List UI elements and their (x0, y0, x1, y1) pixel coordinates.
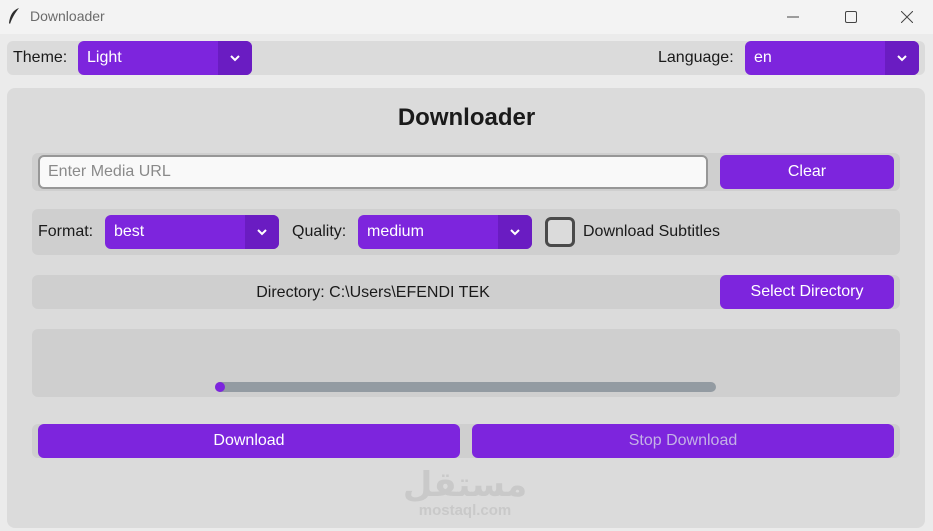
download-button[interactable]: Download (38, 424, 460, 458)
chevron-down-icon[interactable] (218, 41, 252, 75)
chevron-down-icon[interactable] (885, 41, 919, 75)
clear-button[interactable]: Clear (720, 155, 894, 189)
language-dropdown[interactable]: en (745, 41, 919, 75)
subtitles-checkbox[interactable] (545, 217, 575, 247)
quality-dropdown[interactable]: medium (358, 215, 532, 249)
select-directory-button[interactable]: Select Directory (720, 275, 894, 309)
theme-label: Theme: (13, 49, 68, 66)
watermark-arabic: مستقل (402, 465, 528, 505)
close-button[interactable] (880, 0, 933, 34)
format-label: Format: (38, 223, 94, 240)
close-icon (900, 11, 913, 23)
quality-label: Quality: (292, 223, 347, 240)
quality-value: medium (367, 223, 424, 240)
url-input[interactable] (38, 155, 708, 189)
title-bar: Downloader (0, 0, 933, 34)
format-dropdown[interactable]: best (105, 215, 279, 249)
stop-download-button[interactable]: Stop Download (472, 424, 894, 458)
directory-path: Directory: C:\Users\EFENDI TEK (256, 284, 490, 301)
progress-bar-fill (215, 382, 225, 392)
progress-bar (215, 382, 716, 392)
page-title: Downloader (397, 104, 536, 131)
watermark-logo: مستقل mostaql.com (395, 468, 535, 520)
chevron-down-icon[interactable] (498, 215, 532, 249)
language-value: en (754, 49, 772, 66)
feather-icon (9, 8, 19, 24)
maximize-icon (845, 11, 857, 23)
chevron-down-icon[interactable] (245, 215, 279, 249)
format-value: best (114, 223, 145, 240)
subtitles-label[interactable]: Download Subtitles (583, 223, 720, 241)
window-title: Downloader (30, 8, 105, 24)
maximize-button[interactable] (822, 0, 880, 34)
theme-dropdown[interactable]: Light (78, 41, 252, 75)
minimize-icon (787, 16, 799, 18)
language-label: Language: (658, 49, 734, 66)
minimize-button[interactable] (764, 0, 822, 34)
theme-value: Light (87, 49, 122, 66)
